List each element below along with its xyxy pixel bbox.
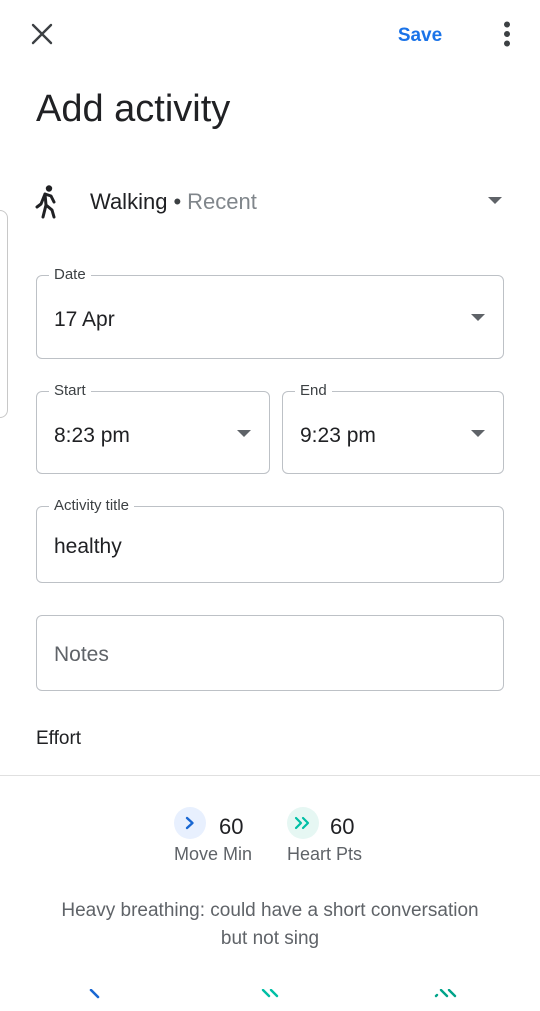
- end-value: 9:23 pm: [300, 424, 376, 447]
- start-label: Start: [49, 382, 91, 400]
- chevron-down-icon: [471, 430, 485, 437]
- effort-description: Heavy breathing: could have a short conv…: [61, 900, 479, 949]
- walking-icon: [30, 184, 64, 220]
- page-title: Add activity: [36, 88, 231, 130]
- effort-level-moderate-icon[interactable]: [261, 986, 281, 1004]
- more-vert-icon: [503, 21, 511, 52]
- effort-heading: Effort: [36, 728, 82, 749]
- close-button[interactable]: [22, 16, 62, 56]
- chevron-down-icon: [488, 197, 502, 204]
- activity-separator: •: [173, 189, 182, 214]
- more-options-button[interactable]: [490, 16, 524, 56]
- heart-pts-icon: [287, 807, 319, 839]
- date-label: Date: [49, 266, 91, 284]
- move-min-icon: [174, 807, 206, 839]
- divider: [0, 775, 540, 776]
- heart-pts-value: 60: [330, 814, 355, 839]
- activity-recent-label: Recent: [187, 189, 257, 214]
- start-time-field[interactable]: Start 8:23 pm: [36, 382, 270, 474]
- activity-type-selector[interactable]: Walking • Recent: [76, 182, 516, 222]
- notes-placeholder: Notes: [54, 643, 109, 666]
- close-icon: [30, 22, 54, 51]
- side-panel-edge: [0, 210, 8, 418]
- effort-level-vigorous-icon[interactable]: [434, 986, 458, 1004]
- chevron-down-icon: [471, 314, 485, 321]
- end-time-field[interactable]: End 9:23 pm: [282, 382, 504, 474]
- activity-title-value: healthy: [54, 535, 122, 558]
- heart-pts-label: Heart Pts: [287, 844, 363, 864]
- start-value: 8:23 pm: [54, 424, 130, 447]
- date-value: 17 Apr: [54, 308, 115, 331]
- activity-name: Walking: [90, 189, 168, 214]
- effort-level-light-icon[interactable]: [88, 986, 102, 1004]
- notes-field[interactable]: Notes: [36, 615, 504, 691]
- move-min-label: Move Min: [174, 844, 253, 864]
- end-label: End: [295, 382, 332, 400]
- activity-title-label: Activity title: [49, 497, 135, 515]
- save-button[interactable]: Save: [386, 18, 454, 54]
- date-field[interactable]: Date 17 Apr: [36, 266, 504, 359]
- chevron-down-icon: [237, 430, 251, 437]
- activity-title-field[interactable]: Activity title healthy: [36, 497, 504, 583]
- move-min-value: 60: [219, 814, 244, 839]
